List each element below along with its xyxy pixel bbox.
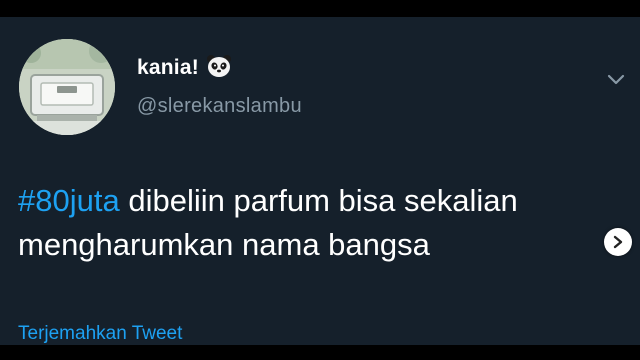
display-name[interactable]: kania! bbox=[137, 56, 199, 80]
author-name-row[interactable]: kania! bbox=[137, 54, 232, 83]
next-button[interactable] bbox=[604, 228, 632, 256]
chevron-right-icon bbox=[612, 235, 624, 249]
tweet-text: #80juta dibeliin parfum bisa sekalian me… bbox=[18, 179, 608, 267]
chevron-down-icon[interactable] bbox=[606, 72, 626, 91]
avatar[interactable] bbox=[19, 39, 115, 135]
translate-tweet-link[interactable]: Terjemahkan Tweet bbox=[18, 323, 182, 345]
panda-face-icon bbox=[206, 54, 232, 83]
tweet-text-line-2: mengharumkan nama bangsa bbox=[18, 227, 430, 262]
letterbox-bottom bbox=[0, 345, 640, 360]
user-handle[interactable]: @slerekanslambu bbox=[137, 95, 302, 118]
tweet-text-line-1-rest: dibeliin parfum bisa sekalian bbox=[119, 183, 518, 218]
profile-photo bbox=[19, 39, 115, 135]
tweet-card: kania! @slerekanslambu #80juta dibeliin … bbox=[0, 17, 640, 345]
tweet-text-line-1: #80juta dibeliin parfum bisa sekalian bbox=[18, 179, 608, 223]
letterbox-top bbox=[0, 0, 640, 17]
hashtag-link[interactable]: #80juta bbox=[18, 183, 120, 218]
